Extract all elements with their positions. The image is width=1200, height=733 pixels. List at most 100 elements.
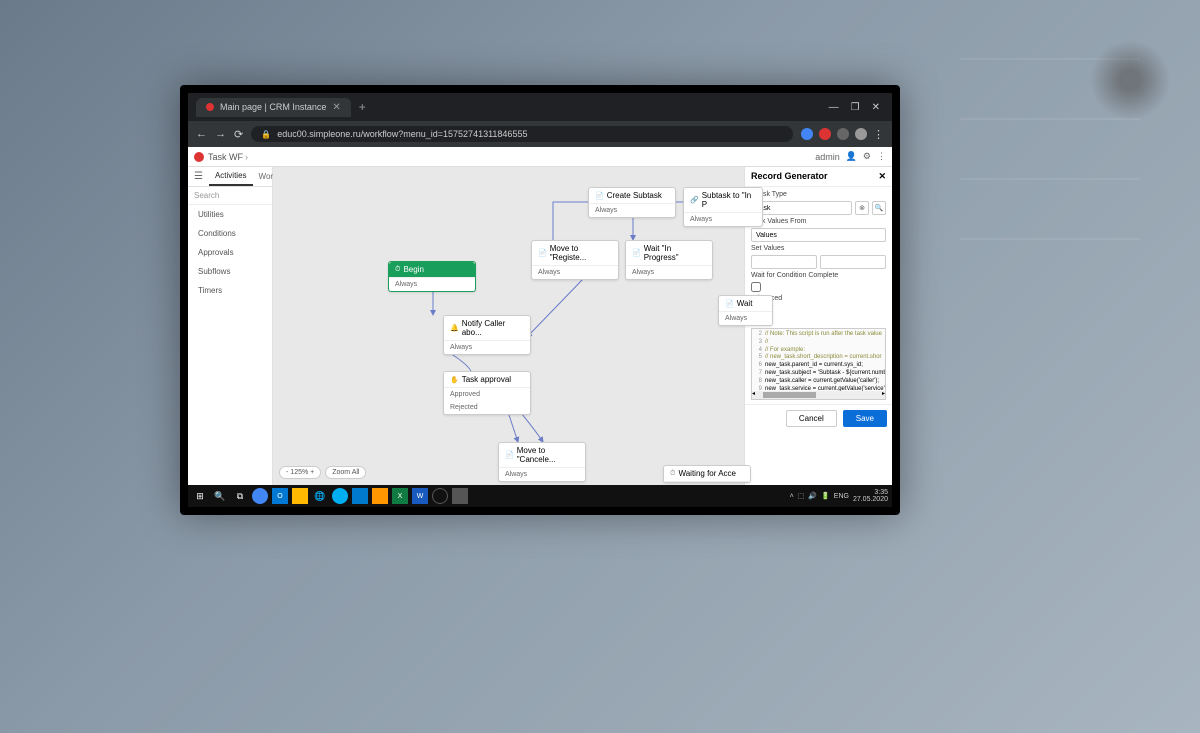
extension-icon[interactable] — [819, 128, 831, 140]
browser-tab[interactable]: Main page | CRM Instance ✕ — [196, 98, 351, 117]
node-output: Always — [626, 266, 712, 279]
node-wait-in-progress[interactable]: 📄Wait "In Progress" Always — [625, 240, 713, 280]
cancel-button[interactable]: Cancel — [786, 410, 837, 427]
values-from-select[interactable] — [751, 228, 886, 242]
breadcrumb[interactable]: Task WF — [208, 152, 243, 162]
app-logo — [194, 152, 204, 162]
tab-favicon — [206, 103, 214, 111]
search-icon[interactable]: 🔍 — [212, 488, 228, 504]
node-waiting-accept[interactable]: ⏱Waiting for Acce — [663, 465, 751, 483]
clock[interactable]: 3:35 27.05.2020 — [853, 489, 888, 503]
clock-date: 27.05.2020 — [853, 496, 888, 503]
forward-button[interactable]: → — [215, 128, 226, 140]
document-icon: 📄 — [538, 249, 547, 257]
node-begin[interactable]: ⏱Begin Always — [388, 261, 476, 292]
taskbar-app[interactable] — [432, 488, 448, 504]
horizontal-scrollbar[interactable]: ◂▸ — [752, 391, 885, 399]
tab-activities[interactable]: Activities — [209, 167, 253, 186]
clear-icon[interactable]: ⊗ — [855, 201, 869, 215]
user-avatar-icon[interactable]: 👤 — [846, 151, 857, 162]
workflow-canvas[interactable]: ⏱Begin Always 🔔Notify Caller abo... Alwa… — [273, 167, 744, 485]
taskbar-app-excel[interactable]: X — [392, 488, 408, 504]
node-title: Wait — [737, 299, 753, 308]
wait-condition-label: Wait for Condition Complete — [751, 272, 886, 279]
close-icon[interactable]: ✕ — [878, 171, 886, 182]
settings-icon[interactable]: ⚙ — [863, 151, 871, 162]
browser-menu-icon[interactable]: ⋮ — [873, 128, 884, 141]
sidebar-search[interactable]: Search — [188, 187, 272, 205]
monitor-frame: Main page | CRM Instance ✕ + — ❐ ✕ ← → ⟳… — [180, 85, 900, 515]
taskbar-app-sublime[interactable] — [372, 488, 388, 504]
address-bar[interactable]: 🔒 educ00.simpleone.ru/workflow?menu_id=1… — [251, 126, 793, 142]
zoom-out-button[interactable]: - 125% + — [279, 466, 321, 479]
shield-icon[interactable] — [837, 128, 849, 140]
window-minimize-icon[interactable]: — — [829, 102, 839, 113]
task-view-icon[interactable]: ⧉ — [232, 488, 248, 504]
node-notify-caller[interactable]: 🔔Notify Caller abo... Always — [443, 315, 531, 355]
sidebar-item-subflows[interactable]: Subflows — [188, 262, 272, 281]
extension-icons: ⋮ — [801, 128, 884, 141]
node-output: Always — [532, 266, 618, 279]
taskbar-app-skype[interactable] — [332, 488, 348, 504]
hamburger-icon[interactable]: ☰ — [188, 171, 209, 182]
node-title: Wait "In Progress" — [644, 244, 706, 262]
task-type-input[interactable] — [751, 201, 852, 215]
node-task-approval[interactable]: ✋Task approval Approved Rejected — [443, 371, 531, 415]
sidebar-item-approvals[interactable]: Approvals — [188, 243, 272, 262]
search-icon[interactable]: 🔍 — [872, 201, 886, 215]
tray-network-icon[interactable]: ⬚ — [798, 492, 805, 500]
tab-close-icon[interactable]: ✕ — [332, 102, 340, 113]
wait-condition-checkbox[interactable] — [751, 282, 761, 292]
node-move-canceled[interactable]: 📄Move to "Cancele... Always — [498, 442, 586, 482]
document-icon: 📄 — [632, 249, 641, 257]
node-output: Rejected — [444, 401, 530, 414]
tray-volume-icon[interactable]: 🔊 — [808, 492, 817, 500]
node-output: Always — [499, 468, 585, 481]
taskbar-app-explorer[interactable] — [292, 488, 308, 504]
app-body: ☰ Activities Workflows Search Utilities … — [188, 167, 892, 485]
kebab-menu-icon[interactable]: ⋮ — [877, 151, 886, 162]
node-title: Create Subtask — [607, 191, 662, 200]
node-wait[interactable]: 📄Wait Always — [718, 295, 773, 326]
sidebar-item-utilities[interactable]: Utilities — [188, 205, 272, 224]
node-move-registered[interactable]: 📄Move to "Registe... Always — [531, 240, 619, 280]
set-values-field-select[interactable] — [751, 255, 817, 269]
node-create-subtask[interactable]: 📄Create Subtask Always — [588, 187, 676, 218]
bell-icon: 🔔 — [450, 324, 459, 332]
approval-icon: ✋ — [450, 376, 459, 384]
taskbar-app-outlook[interactable]: O — [272, 488, 288, 504]
browser-tab-strip: Main page | CRM Instance ✕ + — ❐ ✕ — [188, 93, 892, 121]
reload-button[interactable]: ⟳ — [234, 128, 243, 141]
clock-icon: ⏱ — [395, 266, 400, 274]
window-maximize-icon[interactable]: ❐ — [851, 102, 860, 113]
sidebar-item-timers[interactable]: Timers — [188, 281, 272, 300]
taskbar-app-vscode[interactable] — [352, 488, 368, 504]
node-output: Always — [389, 278, 475, 291]
tray-battery-icon[interactable]: 🔋 — [821, 492, 830, 500]
save-button[interactable]: Save — [843, 410, 887, 427]
new-tab-button[interactable]: + — [351, 100, 374, 114]
extension-icon[interactable] — [801, 128, 813, 140]
node-title: Move to "Cancele... — [517, 446, 579, 464]
values-from-label: Task Values From — [751, 218, 886, 225]
taskbar-app-chrome[interactable]: 🌐 — [312, 488, 328, 504]
extension-icon[interactable] — [855, 128, 867, 140]
zoom-all-button[interactable]: Zoom All — [325, 466, 366, 479]
user-label[interactable]: admin — [815, 152, 840, 162]
script-editor[interactable]: 2// Note: This script is run after the t… — [751, 328, 886, 400]
taskbar-app[interactable] — [252, 488, 268, 504]
chevron-right-icon: › — [245, 152, 248, 162]
language-indicator[interactable]: ENG — [834, 493, 849, 500]
app-header: Task WF › admin 👤 ⚙ ⋮ — [188, 147, 892, 167]
taskbar-app[interactable] — [452, 488, 468, 504]
sidebar-item-conditions[interactable]: Conditions — [188, 224, 272, 243]
node-subtask-in-progress[interactable]: 🔗Subtask to "In P Always — [683, 187, 763, 227]
set-values-value-input[interactable] — [820, 255, 886, 269]
tab-title: Main page | CRM Instance — [220, 102, 326, 112]
taskbar-app-word[interactable]: W — [412, 488, 428, 504]
start-button[interactable]: ⊞ — [192, 488, 208, 504]
window-close-icon[interactable]: ✕ — [872, 102, 880, 113]
tray-chevron-icon[interactable]: ˄ — [790, 493, 794, 500]
back-button[interactable]: ← — [196, 128, 207, 140]
node-title: Move to "Registe... — [550, 244, 612, 262]
